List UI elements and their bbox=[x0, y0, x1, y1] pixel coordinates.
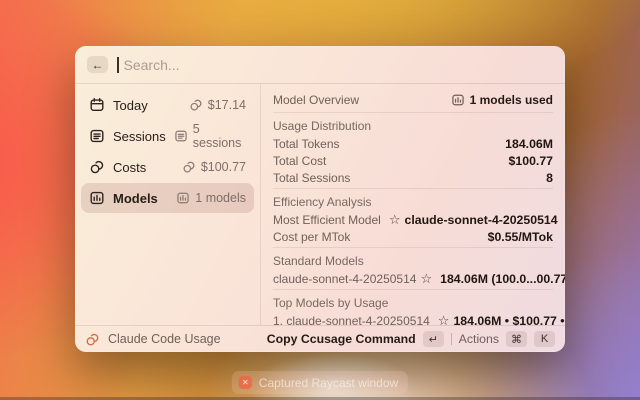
sidebar-item-label: Today bbox=[113, 98, 148, 113]
sidebar-item-today[interactable]: Today $17.14 bbox=[81, 90, 254, 120]
sidebar-item-costs[interactable]: Costs $100.77 bbox=[81, 152, 254, 182]
sidebar-item-label: Costs bbox=[113, 160, 146, 175]
raycast-window: ← Today $17.14 Sessions 5 sessions bbox=[75, 46, 565, 352]
row-value: ☆ claude-sonnet-4-20250514 bbox=[389, 213, 558, 227]
section-title-top-models: Top Models by Usage bbox=[273, 293, 553, 312]
sidebar-item-value: $100.77 bbox=[201, 160, 246, 174]
metadata-row: Total Tokens 184.06M bbox=[273, 135, 553, 152]
detail-title: Model Overview bbox=[273, 93, 359, 107]
sidebar-item-accessory: $100.77 bbox=[182, 160, 246, 174]
sidebar-item-models[interactable]: Models 1 models bbox=[81, 183, 254, 213]
sidebar-item-value: 1 models bbox=[195, 191, 246, 205]
statusbar-separator bbox=[451, 333, 452, 345]
metadata-row: Total Sessions 8 bbox=[273, 169, 553, 186]
divider bbox=[273, 188, 553, 189]
sidebar-item-sessions[interactable]: Sessions 5 sessions bbox=[81, 121, 254, 151]
divider bbox=[273, 112, 553, 113]
divider bbox=[273, 289, 553, 290]
capture-toast-icon: ✕ bbox=[239, 376, 252, 389]
models-used-count: 1 models used bbox=[470, 93, 553, 107]
detail-panel: Model Overview 1 models used Usage Distr… bbox=[261, 84, 565, 325]
bar-chart-icon bbox=[176, 191, 190, 205]
row-label: Total Tokens bbox=[273, 137, 340, 151]
close-icon: ✕ bbox=[242, 378, 249, 387]
sidebar-item-accessory: 5 sessions bbox=[174, 122, 246, 150]
search-bar: ← bbox=[75, 46, 565, 84]
metadata-row: Most Efficient Model ☆ claude-sonnet-4-2… bbox=[273, 211, 553, 228]
row-value: 184.06M (100.0...00.77 • 8 sessions bbox=[440, 272, 565, 286]
capture-toast: ✕ Captured Raycast window bbox=[232, 371, 408, 394]
row-value-text: claude-sonnet-4-20250514 bbox=[404, 213, 557, 227]
detail-header: Model Overview 1 models used bbox=[273, 89, 553, 110]
row-label: Total Sessions bbox=[273, 171, 350, 185]
row-value: 184.06M bbox=[505, 137, 553, 151]
row-value: $0.55/MTok bbox=[488, 230, 553, 244]
capture-toast-label: Captured Raycast window bbox=[259, 376, 398, 390]
row-value: 8 bbox=[546, 171, 553, 185]
sidebar-item-label: Models bbox=[113, 191, 158, 206]
bar-chart-icon bbox=[89, 190, 105, 206]
sidebar-list: Today $17.14 Sessions 5 sessions Costs bbox=[75, 84, 261, 325]
cmd-key-badge: ⌘ bbox=[506, 331, 527, 347]
list-icon bbox=[174, 129, 188, 143]
metadata-row: Total Cost $100.77 bbox=[273, 152, 553, 169]
primary-action-button[interactable]: Copy Ccusage Command bbox=[267, 332, 416, 346]
sidebar-item-accessory: 1 models bbox=[176, 191, 246, 205]
star-icon: ☆ bbox=[389, 213, 401, 226]
sidebar-item-value: $17.14 bbox=[208, 98, 246, 112]
calendar-icon bbox=[89, 97, 105, 113]
actions-menu-button[interactable]: Actions bbox=[459, 332, 499, 346]
statusbar-actions: Copy Ccusage Command ↵ Actions ⌘ K bbox=[267, 331, 555, 347]
section-title-efficiency-analysis: Efficiency Analysis bbox=[273, 192, 553, 211]
detail-header-accessory: 1 models used bbox=[451, 93, 553, 107]
back-button[interactable]: ← bbox=[87, 56, 108, 73]
row-label: Most Efficient Model bbox=[273, 213, 381, 227]
section-title-usage-distribution: Usage Distribution bbox=[273, 116, 553, 135]
coins-icon bbox=[189, 98, 203, 112]
text-caret bbox=[117, 57, 119, 73]
coins-icon bbox=[182, 160, 196, 174]
sidebar-item-accessory: $17.14 bbox=[189, 98, 246, 112]
search-input[interactable] bbox=[124, 57, 554, 73]
coins-icon bbox=[89, 159, 105, 175]
app-name: Claude Code Usage bbox=[108, 332, 221, 346]
row-value: $100.77 bbox=[509, 154, 553, 168]
k-key-badge: K bbox=[534, 331, 555, 347]
divider bbox=[273, 247, 553, 248]
list-icon bbox=[89, 128, 105, 144]
sidebar-item-label: Sessions bbox=[113, 129, 166, 144]
section-title-standard-models: Standard Models bbox=[273, 251, 553, 270]
metadata-row: Cost per MTok $0.55/MTok bbox=[273, 228, 553, 245]
bar-chart-icon bbox=[451, 93, 465, 107]
return-key-badge: ↵ bbox=[423, 331, 444, 347]
star-icon: ☆ bbox=[420, 272, 432, 285]
window-content: Today $17.14 Sessions 5 sessions Costs bbox=[75, 84, 565, 325]
row-label: Cost per MTok bbox=[273, 230, 350, 244]
sidebar-item-value: 5 sessions bbox=[193, 122, 246, 150]
status-bar: Claude Code Usage Copy Ccusage Command ↵… bbox=[75, 325, 565, 352]
row-label: claude-sonnet-4-20250514 ☆ bbox=[273, 272, 432, 286]
row-label-text: claude-sonnet-4-20250514 bbox=[273, 272, 416, 286]
back-arrow-icon: ← bbox=[92, 58, 104, 72]
metadata-row: claude-sonnet-4-20250514 ☆ 184.06M (100.… bbox=[273, 270, 553, 287]
coins-icon bbox=[85, 332, 100, 347]
row-label: Total Cost bbox=[273, 154, 326, 168]
